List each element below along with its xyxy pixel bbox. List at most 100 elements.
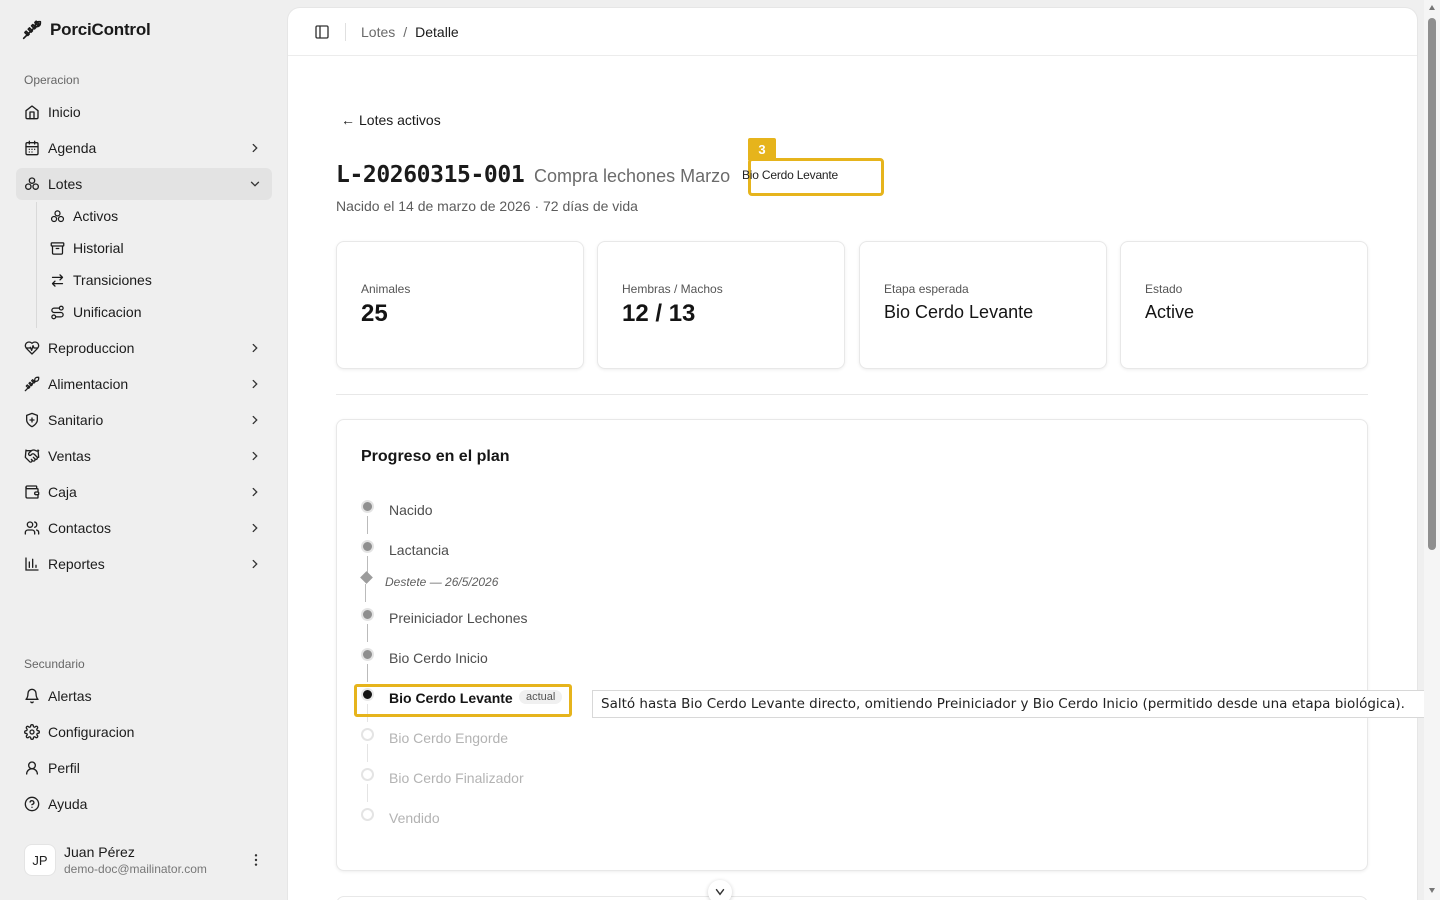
sidebar-item-label: Alimentacion <box>48 376 129 392</box>
stat-card-estado: Estado Active <box>1120 241 1368 369</box>
chevron-right-icon <box>248 485 262 499</box>
chevron-right-icon <box>248 141 262 155</box>
brand[interactable]: PorciControl <box>22 20 151 40</box>
sidebar-subitem-unificacion[interactable]: Unificacion <box>44 297 272 327</box>
stat-value: 25 <box>361 300 388 327</box>
chevron-right-icon <box>248 557 262 571</box>
sidebar-item-label: Configuracion <box>48 724 135 740</box>
leaf-logo-icon <box>22 20 42 40</box>
submenu-guide <box>36 202 37 328</box>
current-tag: actual <box>519 690 563 704</box>
birth-info: Nacido el 14 de marzo de 2026 · 72 días … <box>336 198 638 214</box>
calendar-icon <box>24 140 40 156</box>
sidebar-item-label: Contactos <box>48 520 112 536</box>
event-diamond-icon <box>360 571 373 584</box>
sidebar-item-lotes[interactable]: Lotes <box>16 168 272 200</box>
arrow-left-icon: ← <box>341 112 355 128</box>
bell-icon <box>24 688 40 704</box>
stat-card-etapa-esperada: Etapa esperada Bio Cerdo Levante <box>859 241 1107 369</box>
chevron-right-icon <box>248 377 262 391</box>
sidebar-subitem-activos[interactable]: Activos <box>44 201 272 231</box>
sidebar-item-reportes[interactable]: Reportes <box>16 548 272 580</box>
sidebar-subitem-historial[interactable]: Historial <box>44 233 272 263</box>
sidebar-item-label: Lotes <box>48 176 83 192</box>
stat-card-animales: Animales 25 <box>336 241 584 369</box>
stat-label: Estado <box>1145 282 1183 296</box>
sidebar-item-label: Reportes <box>48 556 105 572</box>
sidebar-item-alimentacion[interactable]: Alimentacion <box>16 368 272 400</box>
scrollbar-thumb[interactable] <box>1428 18 1436 550</box>
breadcrumb-separator: / <box>403 24 408 40</box>
heart-pulse-icon <box>24 340 40 356</box>
stat-label: Etapa esperada <box>884 282 969 296</box>
sidebar-item-ayuda[interactable]: Ayuda <box>16 788 272 820</box>
stage-bio-engorde: Bio Cerdo Engorde <box>389 730 509 746</box>
timeline-connector <box>367 516 368 534</box>
home-icon <box>24 104 40 120</box>
user-email: demo-doc@mailinator.com <box>64 862 207 876</box>
sidebar-item-caja[interactable]: Caja <box>16 476 272 508</box>
breadcrumb-current: Detalle <box>415 24 459 40</box>
sidebar-item-sanitario[interactable]: Sanitario <box>16 404 272 436</box>
user-icon <box>24 760 40 776</box>
sidebar-toggle-icon[interactable] <box>314 24 330 40</box>
chevron-right-icon <box>248 341 262 355</box>
user-menu-trigger[interactable]: JP Juan Pérez demo-doc@mailinator.com <box>16 836 272 884</box>
scroll-down-arrow-icon[interactable] <box>1428 886 1436 894</box>
timeline-dot-current <box>361 688 374 701</box>
users-icon <box>24 520 40 536</box>
more-vertical-icon[interactable] <box>248 852 264 868</box>
sidebar-item-configuracion[interactable]: Configuracion <box>16 716 272 748</box>
scroll-up-arrow-icon[interactable] <box>1428 4 1436 12</box>
next-card <box>336 896 1368 900</box>
sidebar-subitem-label: Transiciones <box>73 272 152 288</box>
stat-card-hembras-machos: Hembras / Machos 12 / 13 <box>597 241 845 369</box>
chevron-right-icon <box>248 521 262 535</box>
group-label-operacion: Operacion <box>24 73 80 87</box>
user-name: Juan Pérez <box>64 844 135 860</box>
help-circle-icon <box>24 796 40 812</box>
breadcrumb-lotes[interactable]: Lotes <box>361 24 395 40</box>
sidebar-item-label: Perfil <box>48 760 80 776</box>
sidebar-item-inicio[interactable]: Inicio <box>16 96 272 128</box>
stage-bio-finalizador: Bio Cerdo Finalizador <box>389 770 524 786</box>
main-content: Lotes / Detalle ← Lotes activos L-202603… <box>288 8 1417 900</box>
plan-progress-card: Progreso en el plan Nacido Lactancia Des… <box>336 419 1368 871</box>
wallet-icon <box>24 484 40 500</box>
sidebar-item-label: Agenda <box>48 140 97 156</box>
section-divider <box>336 394 1368 395</box>
sidebar-item-reproduccion[interactable]: Reproduccion <box>16 332 272 364</box>
plan-title: Progreso en el plan <box>361 448 510 465</box>
page-scrollbar[interactable] <box>1424 0 1440 900</box>
sidebar-item-contactos[interactable]: Contactos <box>16 512 272 544</box>
sidebar-item-ventas[interactable]: Ventas <box>16 440 272 472</box>
timeline-dot-done <box>361 648 374 661</box>
sidebar-item-perfil[interactable]: Perfil <box>16 752 272 784</box>
pig-group-icon <box>24 176 40 192</box>
sidebar-subitem-transiciones[interactable]: Transiciones <box>44 265 272 295</box>
sidebar-item-alertas[interactable]: Alertas <box>16 680 272 712</box>
sidebar-subitem-label: Unificacion <box>73 304 142 320</box>
sidebar-subitem-label: Activos <box>73 208 119 224</box>
avatar: JP <box>24 844 56 876</box>
top-bar: Lotes / Detalle <box>288 8 1417 56</box>
back-link-label: Lotes activos <box>359 112 441 128</box>
sidebar-item-agenda[interactable]: Agenda <box>16 132 272 164</box>
chevron-right-icon <box>248 449 262 463</box>
wheat-icon <box>24 376 40 392</box>
lote-name: Compra lechones Marzo <box>534 166 731 186</box>
stage-bio-levante[interactable]: Bio Cerdo Levante <box>389 690 513 706</box>
sidebar-item-label: Inicio <box>48 104 81 120</box>
handshake-icon <box>24 448 40 464</box>
divider <box>345 23 346 41</box>
timeline-dot-done <box>361 500 374 513</box>
stat-label: Hembras / Machos <box>622 282 723 296</box>
sidebar-item-label: Ventas <box>48 448 91 464</box>
app-name: PorciControl <box>50 20 151 39</box>
stat-label: Animales <box>361 282 411 296</box>
scroll-down-button[interactable] <box>708 880 732 900</box>
chevron-right-icon <box>248 413 262 427</box>
sidebar-subitem-label: Historial <box>73 240 124 256</box>
back-to-lotes-link[interactable]: ← Lotes activos <box>341 112 441 128</box>
gear-icon <box>24 724 40 740</box>
